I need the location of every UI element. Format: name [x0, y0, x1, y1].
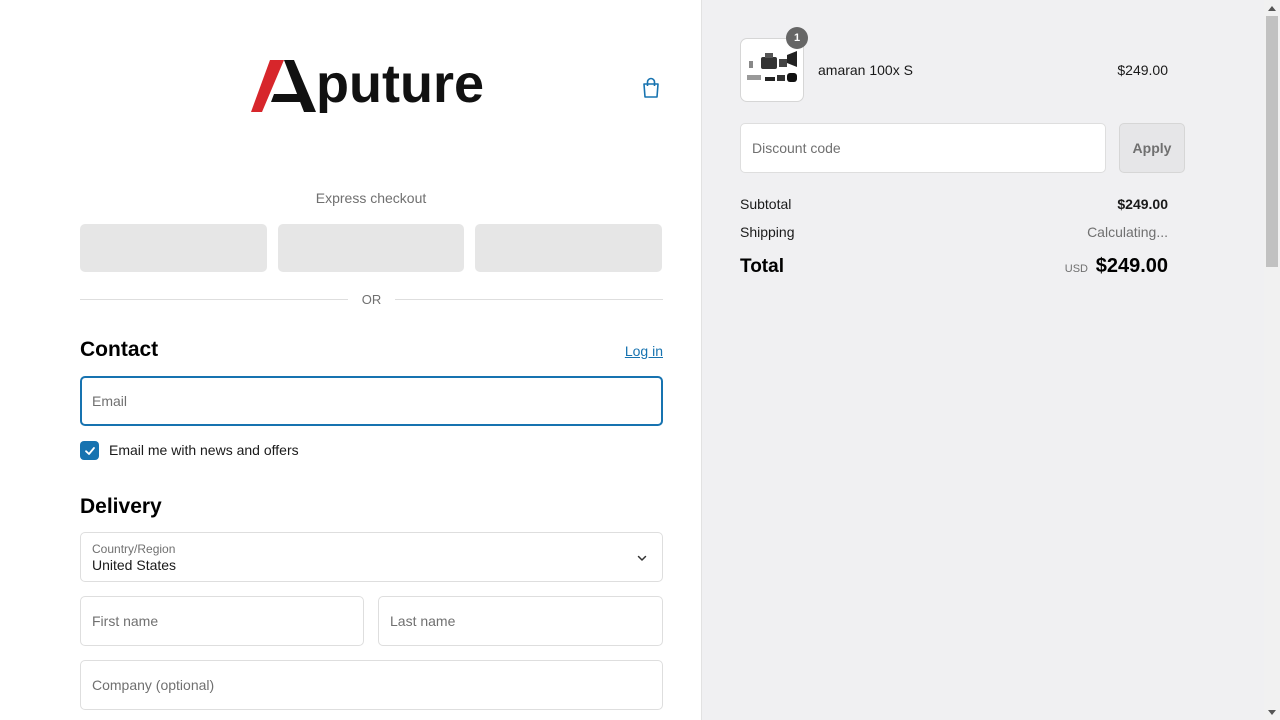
company-field[interactable]: [80, 660, 663, 710]
last-name-input[interactable]: [379, 597, 662, 645]
first-name-field[interactable]: [80, 596, 364, 646]
logo-wordmark: puture: [316, 54, 484, 114]
apply-button[interactable]: Apply: [1119, 123, 1185, 173]
first-name-input[interactable]: [81, 597, 363, 645]
discount-code-input[interactable]: [741, 124, 1105, 172]
newsletter-label: Email me with news and offers: [109, 442, 299, 458]
total-value: $249.00: [1095, 255, 1168, 277]
product-price: $249.00: [1117, 62, 1168, 78]
order-summary-panel: 1 amaran 100x S $249.00 Apply Subtotal $…: [701, 0, 1264, 720]
login-link[interactable]: Log in: [625, 343, 663, 359]
scroll-down-arrow[interactable]: [1264, 704, 1280, 720]
shipping-label: Shipping: [740, 224, 795, 240]
subtotal-label: Subtotal: [740, 196, 792, 212]
country-value: United States: [92, 557, 177, 573]
delivery-heading: Delivery: [80, 495, 162, 518]
total-currency: USD: [1064, 263, 1088, 275]
page-scrollbar[interactable]: [1264, 0, 1280, 720]
subtotal-value: $249.00: [1117, 196, 1168, 212]
shopping-bag-icon[interactable]: [639, 76, 663, 100]
divider-line-right: [395, 299, 663, 300]
scroll-thumb[interactable]: [1266, 16, 1278, 267]
newsletter-checkbox[interactable]: [80, 441, 99, 460]
last-name-field[interactable]: [378, 596, 663, 646]
express-checkout-button-1[interactable]: [80, 224, 267, 272]
email-field[interactable]: [80, 376, 663, 426]
total-label: Total: [740, 256, 784, 277]
product-name: amaran 100x S: [818, 62, 913, 78]
express-checkout-button-2[interactable]: [278, 224, 464, 272]
country-select[interactable]: Country/Region United States: [80, 532, 663, 582]
discount-code-field[interactable]: [740, 123, 1106, 173]
checkout-form-panel: puture Express checkout OR Contact Log i…: [0, 0, 701, 720]
express-checkout-label: Express checkout: [315, 190, 427, 206]
contact-heading: Contact: [80, 338, 159, 361]
quantity-badge: 1: [786, 27, 808, 49]
checkmark-icon: [84, 446, 95, 455]
email-input[interactable]: [82, 378, 661, 424]
or-divider: OR: [80, 290, 663, 310]
chevron-down-icon: [637, 555, 647, 561]
shipping-value: Calculating...: [1087, 224, 1168, 240]
aputure-logo: puture: [251, 54, 484, 114]
express-checkout-button-3[interactable]: [475, 224, 662, 272]
country-label: Country/Region: [92, 542, 176, 556]
scroll-up-arrow[interactable]: [1264, 0, 1280, 16]
company-input[interactable]: [81, 661, 662, 709]
